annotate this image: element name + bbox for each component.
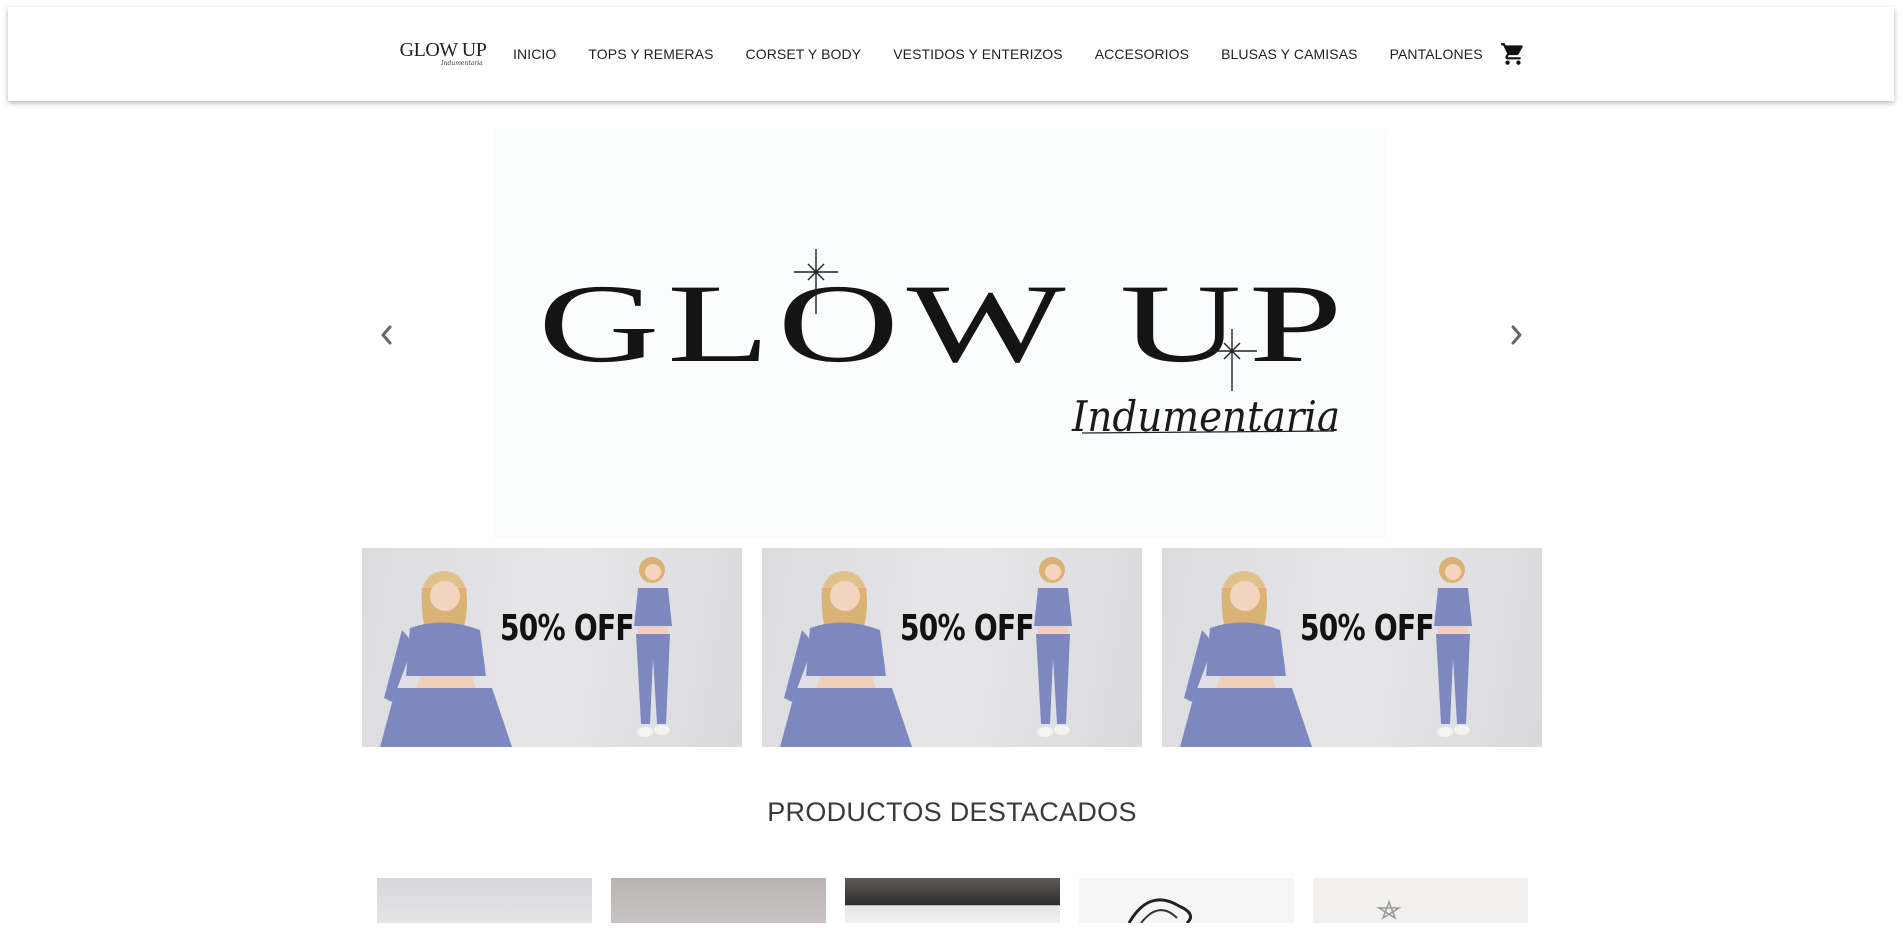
nav-item-pantalones[interactable]: PANTALONES <box>1390 46 1483 62</box>
logo-sub-text: Indumentaria <box>441 60 483 67</box>
promo-banner[interactable]: 50% OFF <box>762 548 1142 747</box>
nav-item-tops-y-remeras[interactable]: TOPS Y REMERAS <box>588 46 713 62</box>
product-card-image[interactable] <box>1079 878 1294 925</box>
promo-discount-text: 50% OFF <box>500 608 635 649</box>
site-header: GLOW UP Indumentaria INICIO TOPS Y REMER… <box>8 7 1894 101</box>
nav-item-inicio[interactable]: INICIO <box>513 46 556 62</box>
brand-logo[interactable]: GLOW UP Indumentaria <box>396 40 490 80</box>
featured-products-title: PRODUCTOS DESTACADOS <box>767 797 1137 827</box>
main-nav: INICIO TOPS Y REMERAS CORSET Y BODY VEST… <box>513 7 1515 101</box>
promo-discount-text: 50% OFF <box>1300 608 1435 649</box>
nav-item-vestidos-y-enterizos[interactable]: VESTIDOS Y ENTERIZOS <box>893 46 1063 62</box>
carousel-next-button[interactable] <box>1504 318 1528 352</box>
promo-discount-text: 50% OFF <box>900 608 1035 649</box>
product-card-image[interactable] <box>845 878 1060 923</box>
necklace-image <box>1127 898 1193 925</box>
product-card-image[interactable] <box>611 878 826 923</box>
hero-tagline-text: Indumentaria <box>1071 392 1340 441</box>
promo-banner[interactable]: 50% OFF <box>362 548 742 747</box>
nav-item-corset-y-body[interactable]: CORSET Y BODY <box>746 46 862 62</box>
hero-banner[interactable]: GLOW UP Indumentaria <box>494 129 1387 538</box>
hero-logo-graphic: GLOW UP Indumentaria <box>538 249 1350 441</box>
logo-main-text: GLOW UP <box>399 39 487 61</box>
carousel-prev-button[interactable] <box>375 318 399 352</box>
promo-banner[interactable]: 50% OFF <box>1162 548 1542 747</box>
earring-image <box>1376 899 1402 920</box>
hero-brand-text: GLOW UP <box>538 262 1350 386</box>
nav-item-accesorios[interactable]: ACCESORIOS <box>1095 46 1189 62</box>
shopping-cart-icon[interactable] <box>1500 41 1526 67</box>
nav-item-blusas-y-camisas[interactable]: BLUSAS Y CAMISAS <box>1221 46 1357 62</box>
product-card-image[interactable] <box>1313 878 1528 923</box>
product-card-image[interactable] <box>377 878 592 923</box>
